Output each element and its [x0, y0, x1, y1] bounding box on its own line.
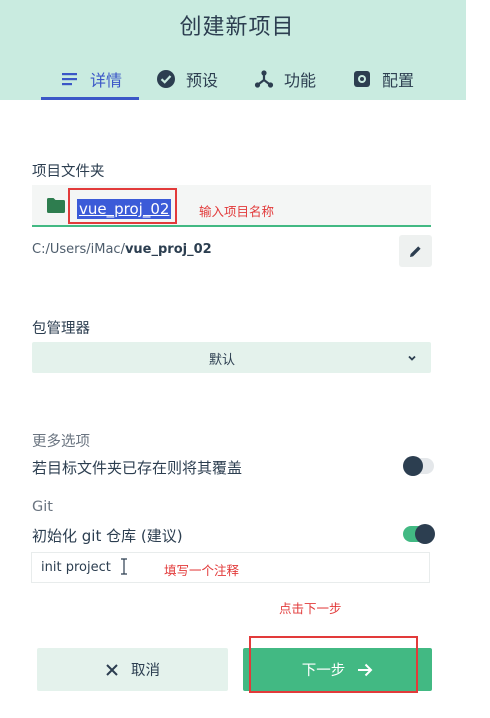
toggle-knob: [403, 456, 423, 476]
git-label: Git: [32, 499, 53, 515]
highlight-box-next: [249, 636, 418, 693]
active-tab-indicator: [41, 97, 139, 100]
page-title: 创建新项目: [179, 15, 295, 40]
tab-presets-label: 预设: [186, 71, 219, 90]
commit-annotation: 填写一个注释: [164, 563, 240, 578]
details-list-icon: [62, 73, 77, 86]
tab-presets[interactable]: 预设: [156, 64, 218, 94]
folder-icon: [47, 198, 65, 213]
tab-details-label: 详情: [90, 71, 123, 90]
project-path: C:/Users/iMac/vue_proj_02: [32, 242, 212, 257]
package-manager-select[interactable]: 默认: [32, 342, 431, 373]
highlight-box-folder: [68, 188, 177, 224]
tab-features-label: 功能: [284, 71, 317, 90]
header: 创建新项目 详情 预设 功能 配置: [0, 0, 466, 100]
overwrite-label: 若目标文件夹已存在则将其覆盖: [32, 459, 243, 477]
package-manager-selected: 默认: [208, 353, 235, 368]
tab-config[interactable]: 配置: [352, 64, 414, 94]
text-cursor-icon: [121, 558, 127, 575]
close-icon: [106, 663, 118, 676]
tab-details[interactable]: 详情: [60, 64, 122, 94]
gear-icon: [354, 71, 370, 87]
git-init-toggle[interactable]: [403, 524, 435, 544]
package-manager-label: 包管理器: [32, 321, 90, 337]
create-project-page: 创建新项目 详情 预设 功能 配置 项目文件夹 vue_proj_02 输入项目…: [0, 0, 490, 718]
project-path-prefix: C:/Users/iMac/: [32, 242, 125, 257]
overwrite-toggle[interactable]: [403, 456, 434, 476]
project-folder-label: 项目文件夹: [32, 164, 105, 180]
check-circle-icon: [157, 70, 175, 88]
folder-annotation: 输入项目名称: [199, 204, 275, 219]
cancel-button-label: 取消: [131, 663, 160, 679]
next-annotation: 点击下一步: [279, 601, 342, 616]
project-path-name: vue_proj_02: [124, 242, 212, 257]
tab-features[interactable]: 功能: [254, 64, 316, 94]
git-init-label: 初始化 git 仓库 (建议): [32, 527, 183, 545]
chevron-down-icon: [408, 355, 416, 361]
commit-message-value: init project: [41, 560, 111, 575]
cancel-button[interactable]: 取消: [37, 648, 228, 691]
edit-path-button[interactable]: [399, 235, 432, 267]
more-options-label: 更多选项: [32, 434, 90, 450]
toggle-knob: [415, 524, 435, 544]
pencil-icon: [410, 245, 421, 257]
tab-config-label: 配置: [382, 71, 415, 90]
features-icon: [254, 70, 274, 88]
